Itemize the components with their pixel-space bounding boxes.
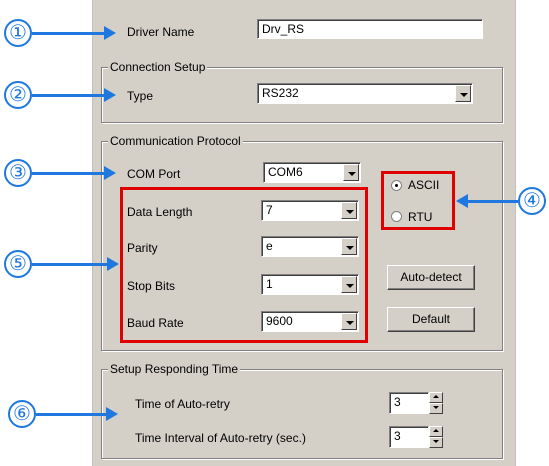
auto-retry-label: Time of Auto-retry [135, 397, 230, 411]
arrow-right-icon [107, 257, 119, 271]
spin-up-icon[interactable] [429, 392, 443, 403]
callout-4-arrow [468, 200, 518, 203]
chevron-down-icon[interactable] [343, 164, 359, 181]
callout-6-arrow [36, 413, 106, 416]
spin-down-icon[interactable] [429, 437, 443, 448]
callout-4: ④ [518, 187, 546, 215]
callout-3-arrow [32, 172, 104, 175]
arrow-right-icon [104, 88, 116, 102]
type-value: RS232 [262, 86, 299, 100]
arrow-right-icon [106, 407, 118, 421]
arrow-right-icon [104, 26, 116, 40]
chevron-down-icon[interactable] [455, 85, 471, 102]
type-select[interactable]: RS232 [257, 83, 473, 104]
com-port-label: COM Port [127, 167, 181, 181]
callout-6: ⑥ [8, 400, 36, 428]
com-port-select[interactable]: COM6 [263, 162, 361, 183]
callout-3: ③ [4, 159, 32, 187]
default-button[interactable]: Default [387, 307, 475, 332]
auto-detect-button[interactable]: Auto-detect [387, 265, 475, 290]
callout-2: ② [4, 81, 32, 109]
arrow-right-icon [104, 166, 116, 180]
callout-1-arrow [32, 32, 104, 35]
auto-retry-interval-spinner[interactable] [429, 426, 443, 448]
callout-5: ⑤ [4, 250, 32, 278]
auto-retry-interval-input[interactable]: 3 [389, 426, 429, 448]
driver-settings-panel: Driver Name Drv_RS Connection Setup Type… [92, 0, 516, 466]
setup-responding-time-title: Setup Responding Time [108, 362, 241, 376]
com-port-value: COM6 [268, 165, 303, 179]
arrow-left-icon [456, 194, 468, 208]
spin-up-icon[interactable] [429, 426, 443, 437]
type-label: Type [127, 89, 154, 103]
callout-2-arrow [32, 94, 104, 97]
auto-retry-input[interactable]: 3 [389, 392, 429, 414]
mode-highlight [381, 171, 455, 230]
auto-retry-interval-label: Time Interval of Auto-retry (sec.) [135, 431, 306, 445]
connection-setup-title: Connection Setup [108, 60, 208, 74]
serial-settings-highlight [120, 187, 368, 343]
driver-name-input[interactable]: Drv_RS [257, 19, 483, 39]
communication-protocol-title: Communication Protocol [108, 134, 243, 148]
callout-1: ① [4, 19, 32, 47]
callout-5-arrow [32, 263, 107, 266]
driver-name-label: Driver Name [127, 25, 195, 39]
auto-retry-spinner[interactable] [429, 392, 443, 414]
spin-down-icon[interactable] [429, 403, 443, 414]
